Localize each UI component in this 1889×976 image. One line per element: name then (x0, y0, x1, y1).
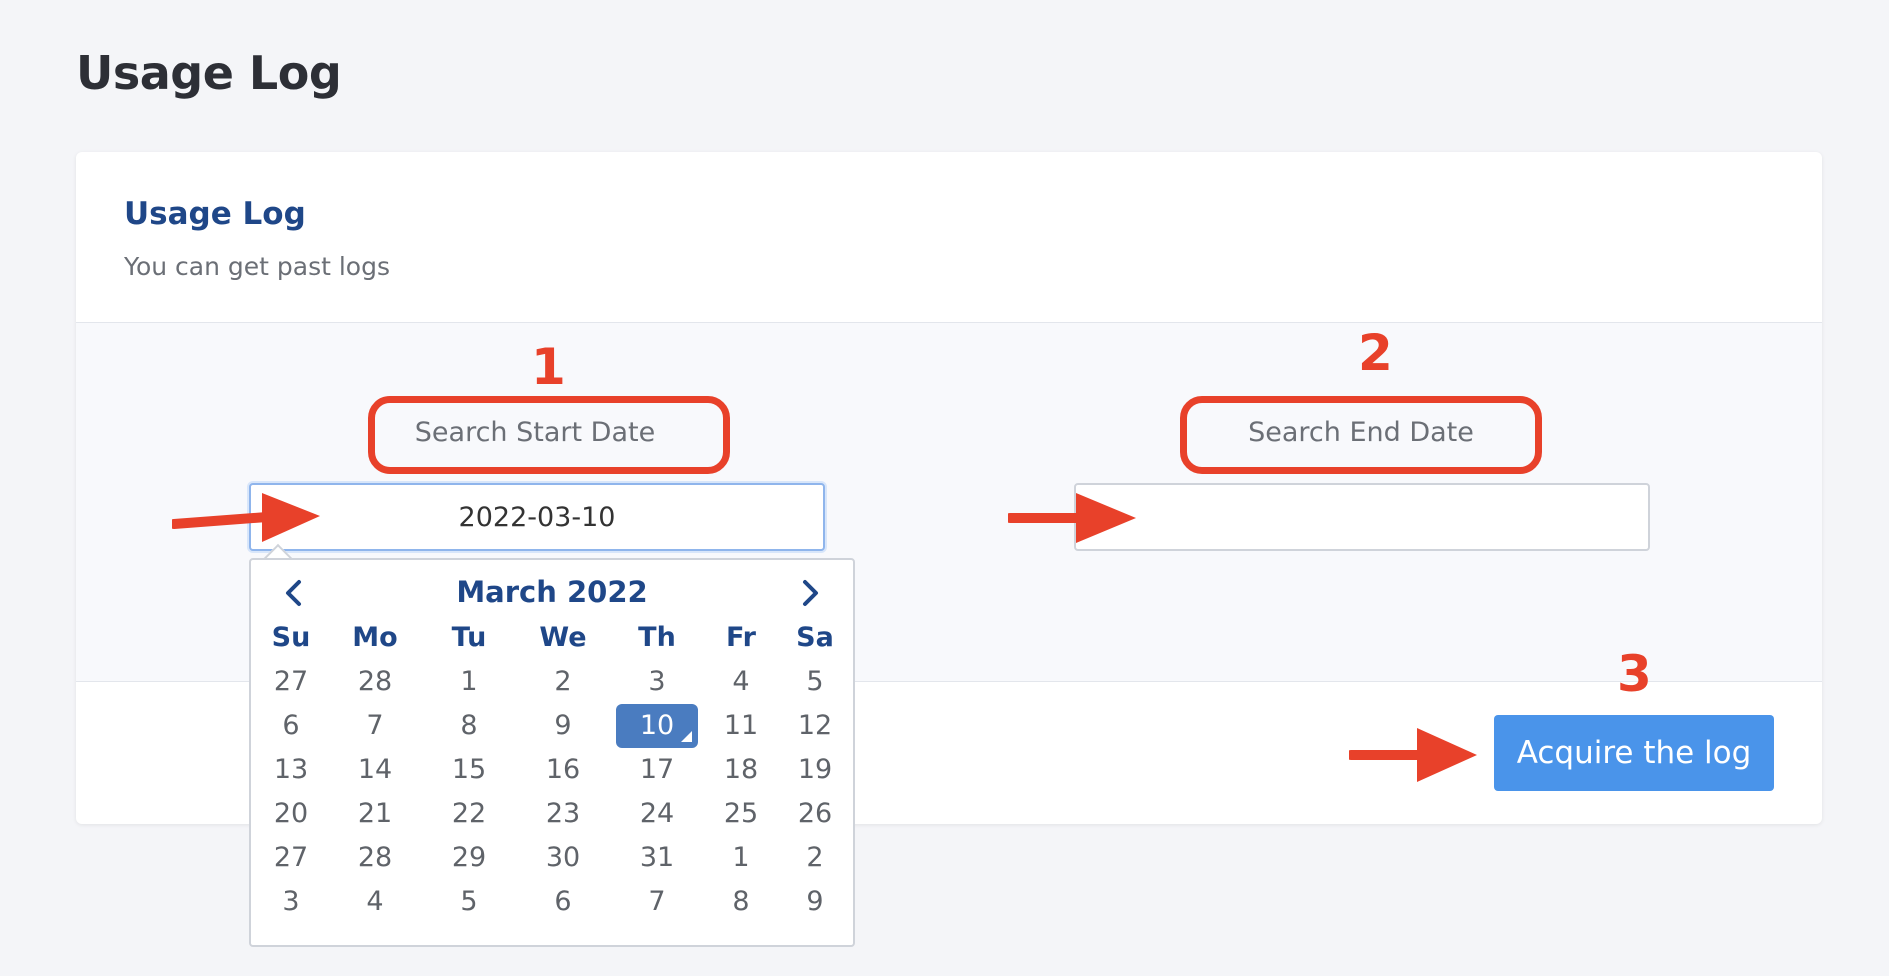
datepicker-day[interactable]: 6 (252, 704, 330, 748)
start-date-input[interactable] (249, 483, 825, 551)
datepicker-day[interactable]: 30 (524, 836, 602, 880)
datepicker-week-row: 6 7 8 9 10 11 12 (251, 704, 853, 748)
datepicker-day[interactable]: 28 (336, 660, 414, 704)
datepicker-day[interactable]: 13 (252, 748, 330, 792)
datepicker-day[interactable]: 26 (776, 792, 854, 836)
weekday-label: We (539, 622, 587, 653)
datepicker-day-selected[interactable]: 10 (616, 704, 698, 748)
page-title: Usage Log (76, 46, 342, 100)
datepicker-grid: Su Mo Tu We Th Fr Sa 27 28 1 2 3 4 5 6 7 8 9 10 11 12 13 14 15 1… (251, 616, 853, 924)
card-title: Usage Log (124, 196, 306, 232)
datepicker-week-row: 13 14 15 16 17 18 19 (251, 748, 853, 792)
weekday-label: Mo (352, 622, 398, 653)
datepicker-week-row: 20 21 22 23 24 25 26 (251, 792, 853, 836)
datepicker-day[interactable]: 29 (430, 836, 508, 880)
datepicker-week-row: 27 28 29 30 31 1 2 (251, 836, 853, 880)
datepicker-day[interactable]: 19 (776, 748, 854, 792)
annotation-box-end-label (1180, 396, 1542, 474)
datepicker-day[interactable]: 9 (524, 704, 602, 748)
weekday-label: Fr (725, 622, 757, 653)
datepicker-day[interactable]: 31 (618, 836, 696, 880)
annotation-arrow-submit-button (1349, 728, 1477, 782)
datepicker-day[interactable]: 28 (336, 836, 414, 880)
datepicker-weekday-row: Su Mo Tu We Th Fr Sa (251, 616, 853, 660)
weekday-label: Th (638, 622, 676, 653)
annotation-arrow-start-input (172, 493, 320, 542)
annotation-arrow-end-input (1008, 493, 1136, 543)
datepicker-day[interactable]: 4 (336, 880, 414, 924)
datepicker-day[interactable]: 14 (336, 748, 414, 792)
datepicker-day[interactable]: 8 (702, 880, 780, 924)
datepicker-header: March 2022 (251, 570, 853, 614)
weekday-label: Sa (796, 622, 834, 653)
end-date-input[interactable] (1074, 483, 1650, 551)
datepicker-day[interactable]: 11 (702, 704, 780, 748)
chevron-right-icon[interactable] (789, 570, 833, 614)
datepicker-day[interactable]: 1 (702, 836, 780, 880)
datepicker-day[interactable]: 12 (776, 704, 854, 748)
datepicker-day[interactable]: 27 (252, 836, 330, 880)
datepicker-day[interactable]: 16 (524, 748, 602, 792)
datepicker-day[interactable]: 24 (618, 792, 696, 836)
datepicker-day[interactable]: 3 (618, 660, 696, 704)
datepicker-day[interactable]: 6 (524, 880, 602, 924)
datepicker-day[interactable]: 20 (252, 792, 330, 836)
annotation-box-start-label (368, 396, 730, 474)
weekday-label: Tu (451, 622, 487, 653)
datepicker-day[interactable]: 2 (524, 660, 602, 704)
card-header: Usage Log You can get past logs (76, 152, 1822, 323)
datepicker-day[interactable]: 5 (430, 880, 508, 924)
datepicker-day[interactable]: 17 (618, 748, 696, 792)
datepicker-day[interactable]: 4 (702, 660, 780, 704)
annotation-number-2: 2 (1358, 324, 1393, 382)
weekday-label: Su (271, 622, 311, 653)
datepicker-day[interactable]: 15 (430, 748, 508, 792)
annotation-number-3: 3 (1617, 645, 1652, 703)
annotation-number-1: 1 (531, 338, 566, 396)
datepicker-day[interactable]: 2 (776, 836, 854, 880)
datepicker-week-row: 3456789 (251, 880, 853, 924)
datepicker-day[interactable]: 21 (336, 792, 414, 836)
datepicker-day[interactable]: 23 (524, 792, 602, 836)
datepicker-day[interactable]: 25 (702, 792, 780, 836)
datepicker-day[interactable]: 1 (430, 660, 508, 704)
datepicker-week-row: 27 28 1 2 3 4 5 (251, 660, 853, 704)
datepicker-month-label[interactable]: March 2022 (251, 570, 853, 614)
datepicker: March 2022 Su Mo Tu We Th Fr Sa 27 28 1 2 3 4 5 6 7 8 9 10… (249, 558, 855, 947)
acquire-log-button[interactable]: Acquire the log (1494, 715, 1774, 791)
datepicker-day[interactable]: 18 (702, 748, 780, 792)
card-subtitle: You can get past logs (124, 252, 390, 281)
datepicker-day[interactable]: 22 (430, 792, 508, 836)
datepicker-day[interactable]: 7 (618, 880, 696, 924)
datepicker-day[interactable]: 3 (252, 880, 330, 924)
datepicker-day[interactable]: 27 (252, 660, 330, 704)
datepicker-day[interactable]: 8 (430, 704, 508, 748)
datepicker-day[interactable]: 5 (776, 660, 854, 704)
datepicker-day[interactable]: 9 (776, 880, 854, 924)
datepicker-day[interactable]: 7 (336, 704, 414, 748)
